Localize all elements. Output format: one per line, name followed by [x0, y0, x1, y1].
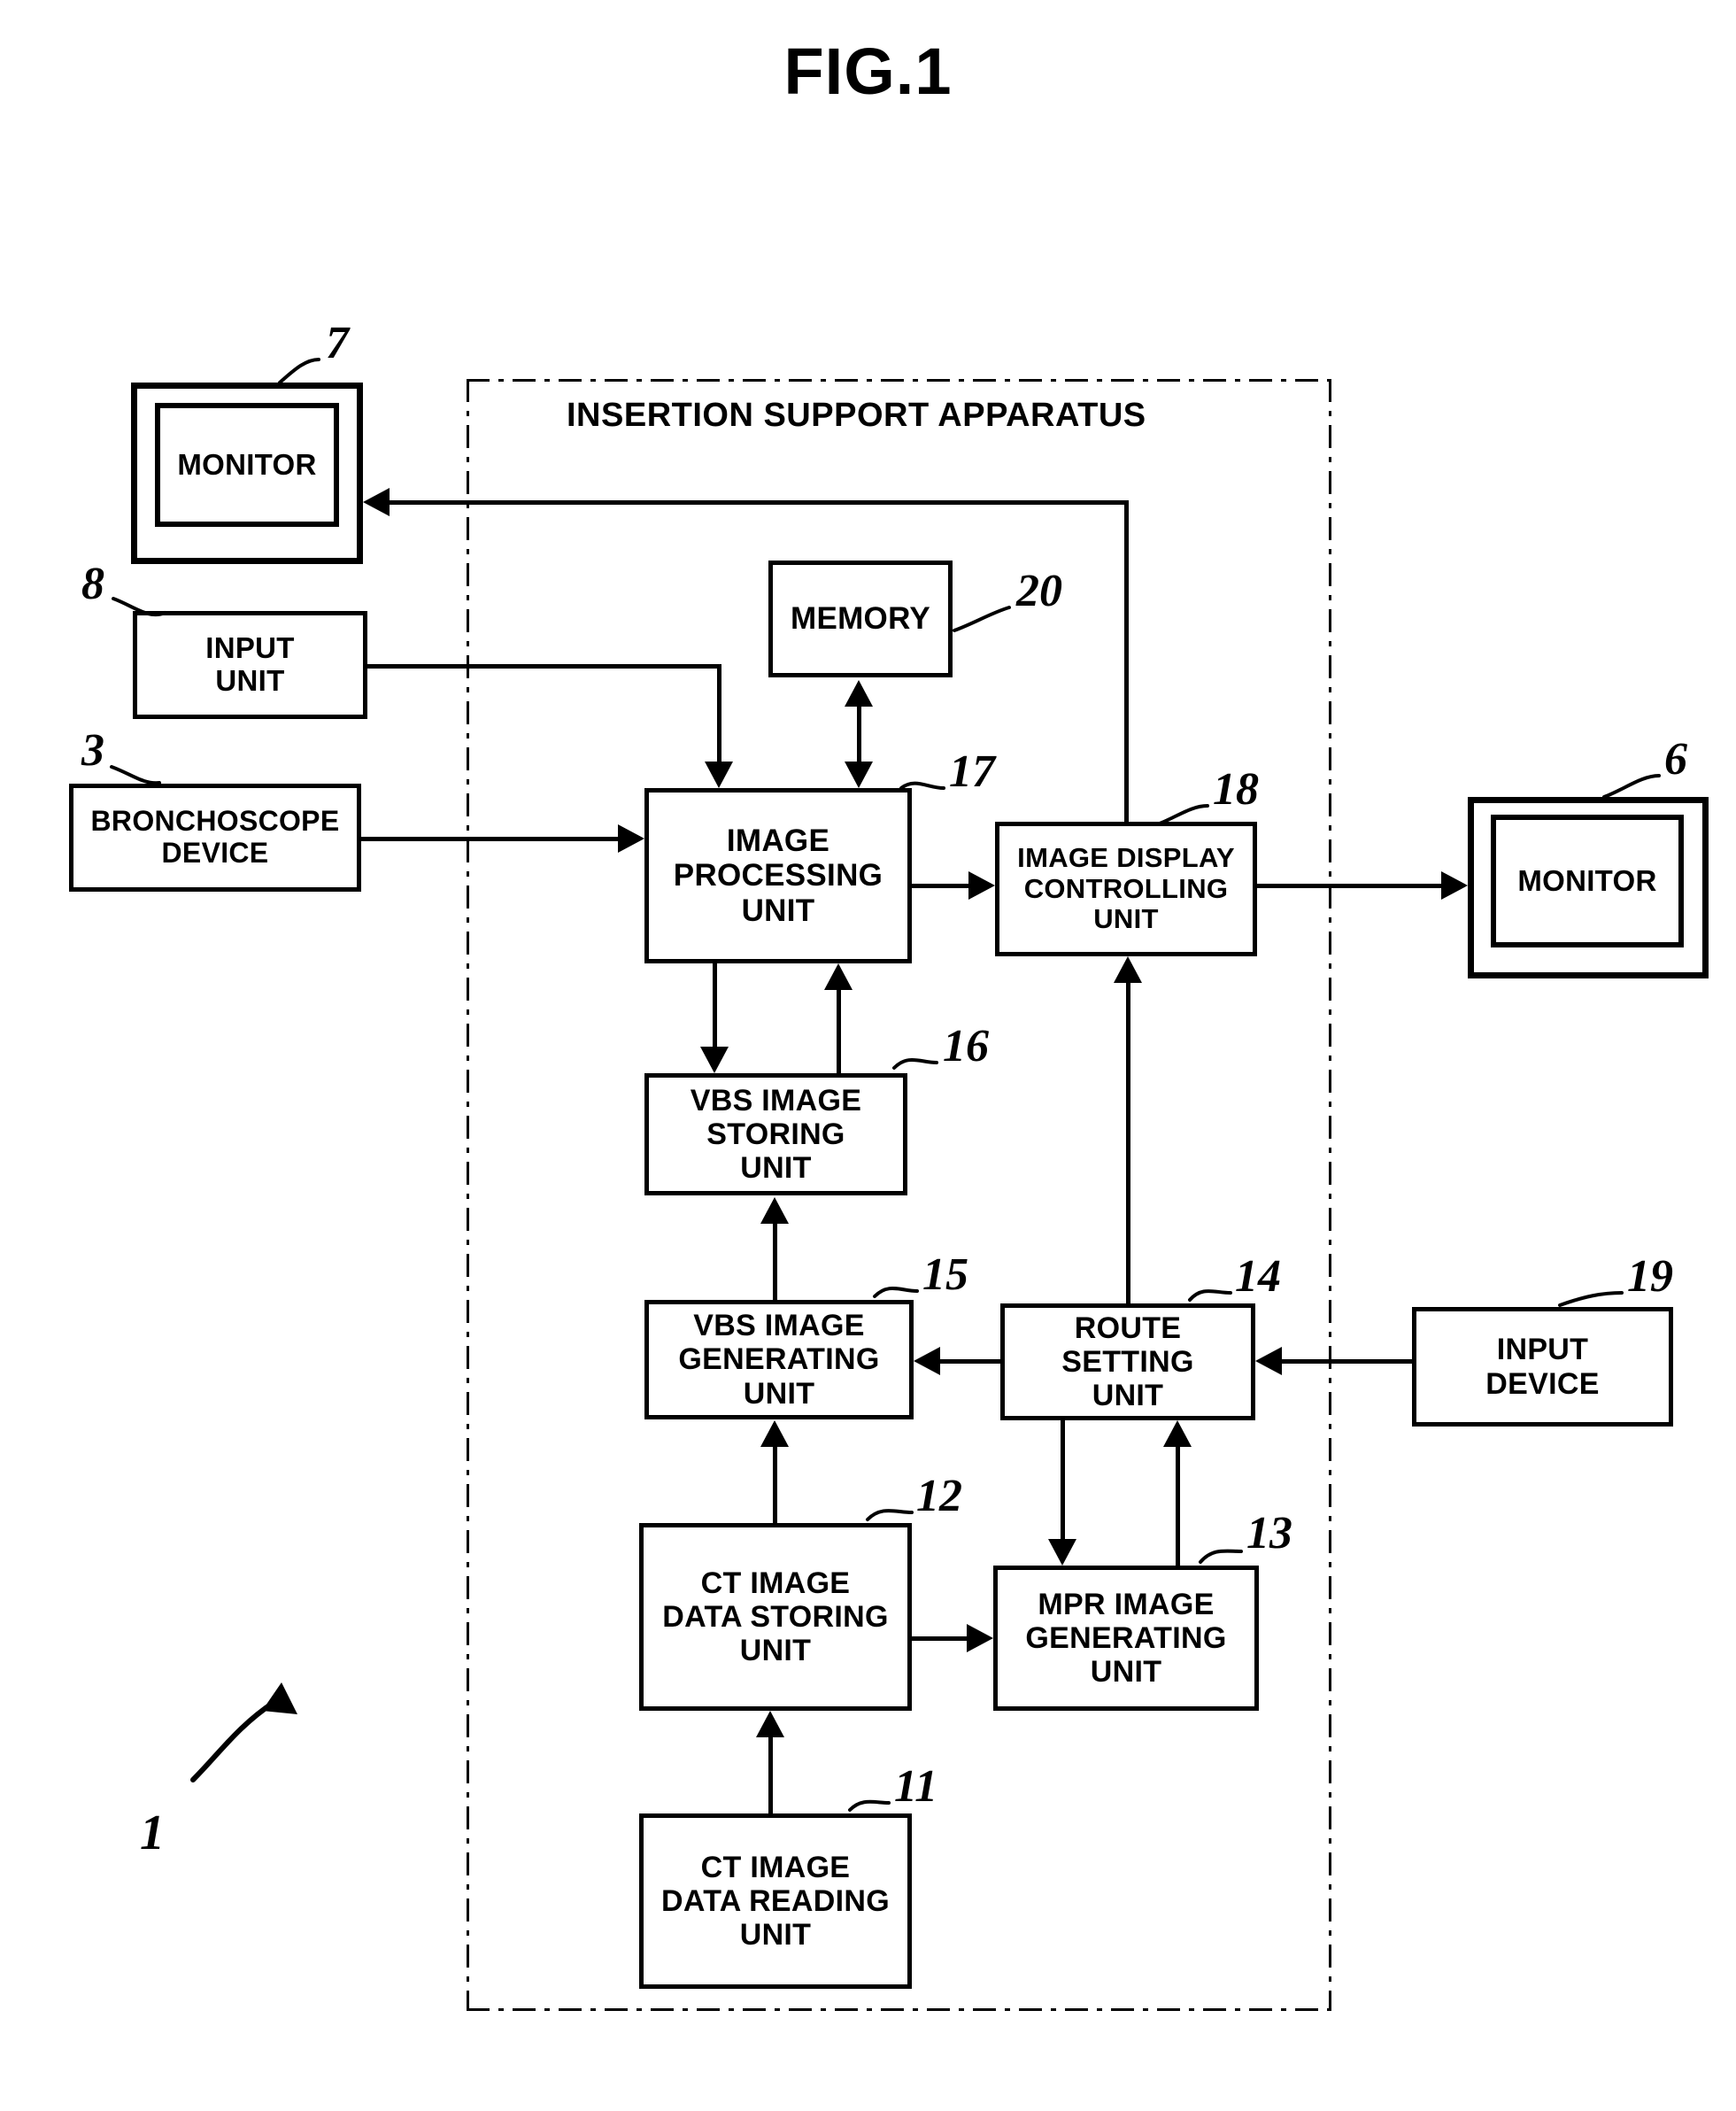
conn-3-to-17-horizontal	[361, 837, 618, 841]
ct-image-data-storing-unit-12: CT IMAGE DATA STORING UNIT	[639, 1523, 912, 1711]
ref-12: 12	[916, 1471, 962, 1521]
conn-15-to-16-vertical	[773, 1224, 777, 1300]
conn-8-to-17-vertical	[717, 664, 721, 762]
ref-18: 18	[1213, 764, 1259, 815]
ref-20: 20	[1016, 566, 1062, 616]
conn-13-to-14-arrowhead	[1163, 1420, 1192, 1447]
conn-18-to-6-arrowhead	[1441, 871, 1468, 900]
route-setting-unit-14: ROUTE SETTING UNIT	[1000, 1303, 1255, 1420]
ref-19: 19	[1627, 1251, 1673, 1302]
conn-8-to-17-horizontal	[367, 664, 721, 669]
ref-7: 7	[326, 318, 349, 368]
conn-12-to-15-arrowhead	[760, 1420, 789, 1447]
leader-12	[866, 1509, 914, 1521]
leader-6	[1602, 774, 1661, 799]
figure-title: FIG.1	[783, 35, 953, 108]
leader-16	[892, 1058, 938, 1070]
conn-11-to-12-arrowhead	[756, 1711, 784, 1737]
conn-11-to-12-vertical	[768, 1737, 773, 1813]
conn-18-to-6-horizontal	[1257, 884, 1441, 888]
monitor-7-screen: MONITOR	[155, 403, 339, 527]
conn-13-to-14-vertical	[1176, 1447, 1180, 1566]
conn-14-to-15-arrowhead	[914, 1347, 940, 1375]
image-processing-unit-17-label: IMAGE PROCESSING UNIT	[673, 824, 883, 928]
conn-18-to-7-horizontal	[390, 500, 1127, 505]
conn-14-to-18-vertical	[1126, 983, 1130, 1303]
ref-16: 16	[943, 1021, 989, 1071]
leader-20	[953, 606, 1011, 632]
conn-14-to-13-arrowhead	[1048, 1539, 1076, 1566]
leader-1-arrowhead	[262, 1682, 297, 1714]
image-display-controlling-unit-18: IMAGE DISPLAY CONTROLLING UNIT	[995, 822, 1257, 956]
mpr-image-generating-unit-13-label: MPR IMAGE GENERATING UNIT	[1025, 1587, 1227, 1690]
monitor-7-label: MONITOR	[177, 448, 317, 481]
bronchoscope-device-3-label: BRONCHOSCOPE DEVICE	[90, 805, 340, 869]
leader-7	[278, 358, 320, 384]
conn-14-to-15-horizontal	[940, 1359, 1002, 1364]
conn-17-to-20-arrowhead	[845, 680, 873, 707]
conn-20-to-17-arrowhead	[845, 762, 873, 788]
leader-1-system	[190, 1699, 277, 1782]
ref-11: 11	[894, 1761, 938, 1812]
input-device-19-label: INPUT DEVICE	[1485, 1333, 1600, 1401]
ref-15: 15	[922, 1249, 968, 1300]
vbs-image-generating-unit-15-label: VBS IMAGE GENERATING UNIT	[678, 1309, 880, 1411]
conn-14-to-18-arrowhead	[1114, 956, 1142, 983]
conn-12-to-15-vertical	[773, 1447, 777, 1523]
conn-8-to-17-arrowhead	[705, 762, 733, 788]
vbs-image-generating-unit-15: VBS IMAGE GENERATING UNIT	[644, 1300, 914, 1419]
ct-image-data-storing-unit-12-label: CT IMAGE DATA STORING UNIT	[662, 1566, 889, 1668]
leader-14	[1188, 1289, 1232, 1302]
ref-6: 6	[1664, 734, 1687, 785]
conn-18-to-7-arrowhead	[363, 488, 390, 516]
leader-lines-overlay	[110, 358, 1661, 1812]
conn-18-to-7-vertical	[1124, 500, 1129, 824]
input-unit-8: INPUT UNIT	[133, 611, 367, 719]
route-setting-unit-14-label: ROUTE SETTING UNIT	[1061, 1311, 1194, 1413]
memory-20: MEMORY	[768, 561, 953, 677]
conn-14-to-13-vertical	[1061, 1420, 1065, 1539]
leader-19	[1558, 1291, 1624, 1307]
conn-17-to-18-arrowhead	[968, 871, 995, 900]
conn-16-to-17-arrowhead	[824, 963, 853, 990]
ct-image-data-reading-unit-11-label: CT IMAGE DATA READING UNIT	[661, 1850, 890, 1952]
ref-3: 3	[81, 725, 104, 776]
ref-17: 17	[949, 746, 995, 797]
leader-3	[110, 765, 161, 785]
conn-17-to-18-horizontal	[912, 884, 968, 888]
ref-8: 8	[81, 559, 104, 609]
conn-20-17-vertical	[857, 707, 861, 762]
apparatus-title-label: INSERTION SUPPORT APPARATUS	[567, 397, 1146, 434]
conn-15-to-16-arrowhead	[760, 1197, 789, 1224]
image-processing-unit-17: IMAGE PROCESSING UNIT	[644, 788, 912, 963]
vbs-image-storing-unit-16-label: VBS IMAGE STORING UNIT	[690, 1083, 862, 1186]
ct-image-data-reading-unit-11: CT IMAGE DATA READING UNIT	[639, 1813, 912, 1989]
figure-page: FIG.1 INSERTION SUPPORT APPARATUS MONITO…	[0, 0, 1736, 2111]
ref-1-system: 1	[140, 1806, 165, 1860]
ref-13: 13	[1246, 1508, 1292, 1558]
conn-12-to-13-arrowhead	[967, 1624, 993, 1652]
monitor-6-screen: MONITOR	[1491, 815, 1684, 947]
input-unit-8-label: INPUT UNIT	[205, 631, 295, 697]
bronchoscope-device-3: BRONCHOSCOPE DEVICE	[69, 784, 361, 892]
conn-12-to-13-horizontal	[912, 1636, 967, 1641]
image-display-controlling-unit-18-label: IMAGE DISPLAY CONTROLLING UNIT	[1017, 841, 1235, 935]
memory-20-label: MEMORY	[790, 601, 930, 637]
conn-19-to-14-arrowhead	[1255, 1347, 1282, 1375]
conn-19-to-14-horizontal	[1282, 1359, 1415, 1364]
conn-16-to-17-vertical	[837, 990, 841, 1073]
ref-14: 14	[1235, 1251, 1281, 1302]
leader-13	[1199, 1549, 1243, 1564]
leader-18	[1158, 804, 1209, 825]
monitor-6-label: MONITOR	[1517, 864, 1657, 897]
conn-17-to-16-vertical	[713, 963, 717, 1047]
vbs-image-storing-unit-16: VBS IMAGE STORING UNIT	[644, 1073, 907, 1195]
leader-11	[848, 1799, 891, 1812]
input-device-19: INPUT DEVICE	[1412, 1307, 1673, 1427]
leader-15	[873, 1287, 919, 1298]
mpr-image-generating-unit-13: MPR IMAGE GENERATING UNIT	[993, 1566, 1259, 1711]
conn-3-to-17-arrowhead	[618, 824, 644, 853]
conn-17-to-16-arrowhead	[700, 1047, 729, 1073]
